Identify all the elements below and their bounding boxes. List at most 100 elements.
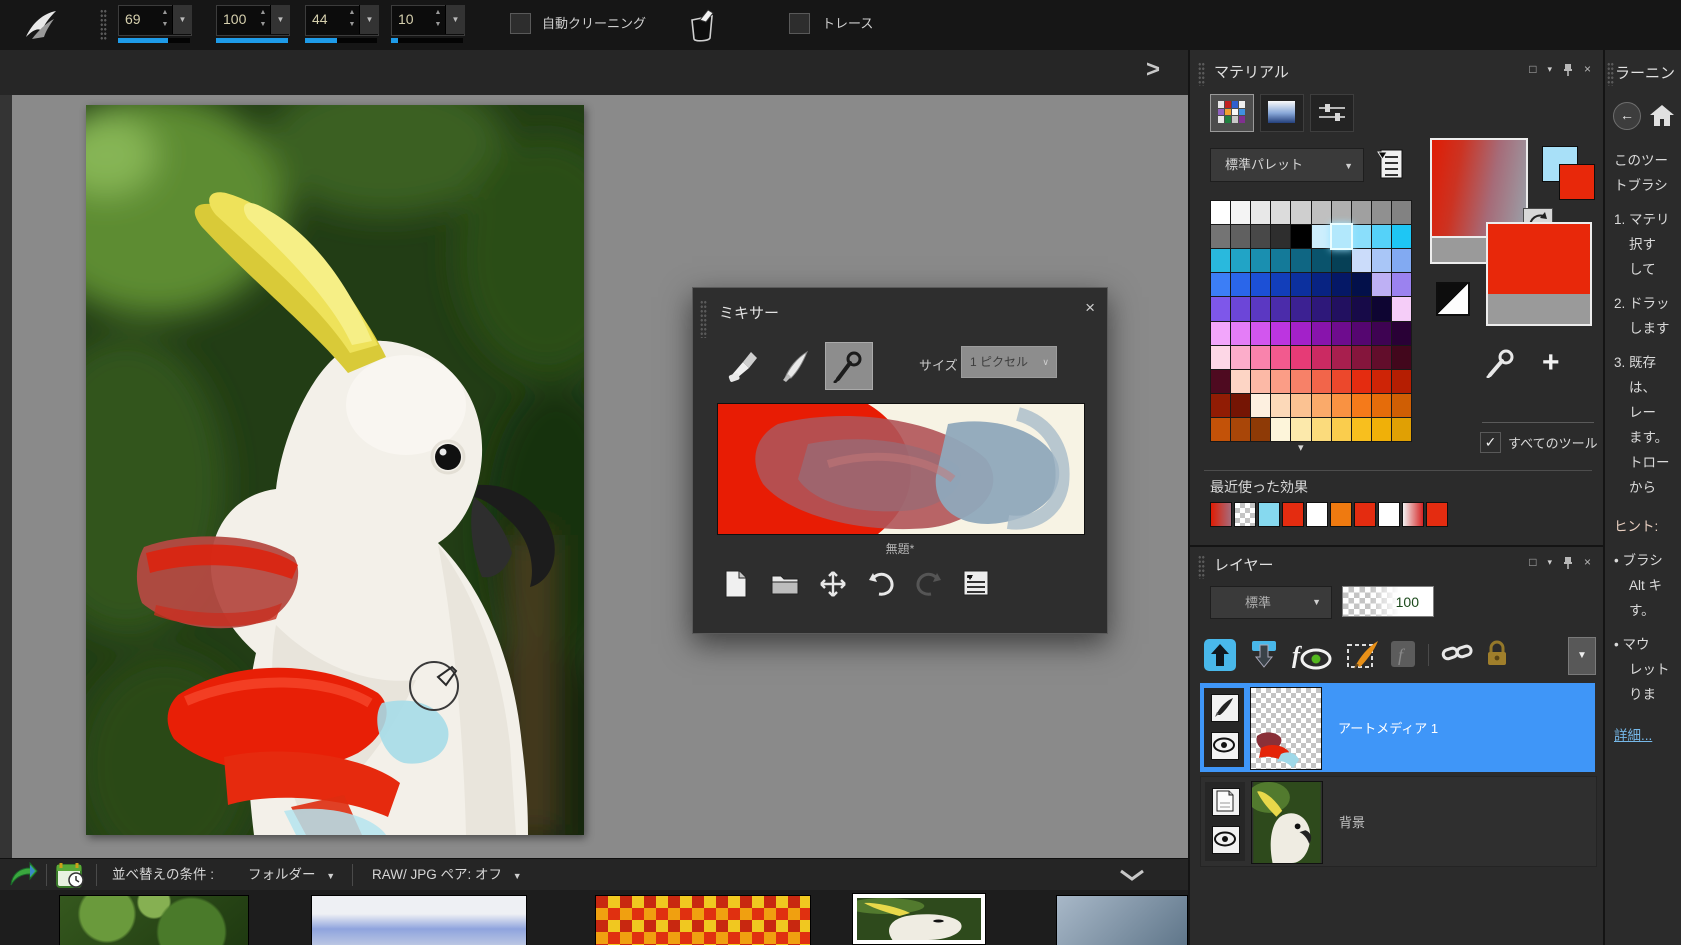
palette-swatch-0-5[interactable] — [1312, 201, 1331, 224]
palette-swatch-0-8[interactable] — [1372, 201, 1391, 224]
pin-icon[interactable] — [1563, 556, 1573, 569]
palette-swatch-5-9[interactable] — [1392, 322, 1411, 345]
link-layers-icon[interactable] — [1441, 639, 1473, 671]
mixer-new-page-icon[interactable] — [723, 570, 751, 598]
recent-swatch-2[interactable] — [1258, 502, 1280, 527]
palette-swatch-5-7[interactable] — [1352, 322, 1371, 345]
palette-swatch-2-6[interactable] — [1332, 249, 1351, 272]
recent-swatch-6[interactable] — [1354, 502, 1376, 527]
palette-swatch-6-0[interactable] — [1211, 346, 1230, 369]
maximize-icon[interactable]: □ — [1529, 555, 1536, 569]
recent-swatch-9[interactable] — [1426, 502, 1448, 527]
palette-swatch-5-2[interactable] — [1251, 322, 1270, 345]
blend-mode-select[interactable]: 標準 ▼ — [1210, 586, 1332, 619]
mixer-grip[interactable] — [700, 300, 707, 338]
palette-swatch-4-8[interactable] — [1372, 297, 1391, 320]
spinner-dropdown-icon[interactable]: ▼ — [445, 5, 465, 34]
mixer-size-dropdown[interactable]: 1 ピクセル ∨ — [961, 346, 1057, 378]
palette-swatch-6-2[interactable] — [1251, 346, 1270, 369]
spinner-dropdown-icon[interactable]: ▼ — [270, 5, 290, 34]
palette-swatch-9-0[interactable] — [1211, 418, 1230, 441]
palette-swatch-2-2[interactable] — [1251, 249, 1270, 272]
palette-swatch-7-0[interactable] — [1211, 370, 1230, 393]
palette-swatch-0-0[interactable] — [1211, 201, 1230, 224]
all-tools-checkbox[interactable]: ✓ — [1480, 432, 1501, 453]
edit-selection-brush-icon[interactable] — [1346, 639, 1378, 671]
palette-swatch-0-2[interactable] — [1251, 201, 1270, 224]
palette-swatch-1-7[interactable] — [1352, 225, 1371, 248]
palette-swatch-9-5[interactable] — [1312, 418, 1331, 441]
palette-swatch-4-2[interactable] — [1251, 297, 1270, 320]
layer-thumbnail[interactable] — [1250, 687, 1322, 770]
palette-swatch-2-3[interactable] — [1271, 249, 1290, 272]
home-icon[interactable] — [1649, 102, 1675, 128]
palette-swatch-5-4[interactable] — [1291, 322, 1310, 345]
palette-swatch-6-6[interactable] — [1332, 346, 1351, 369]
palette-swatch-8-1[interactable] — [1231, 394, 1250, 417]
palette-swatch-3-3[interactable] — [1271, 273, 1290, 296]
palette-swatch-2-4[interactable] — [1291, 249, 1310, 272]
thumbnail-pattern[interactable] — [595, 895, 811, 945]
palette-swatch-2-0[interactable] — [1211, 249, 1230, 272]
palette-swatch-2-5[interactable] — [1312, 249, 1331, 272]
palette-menu-button[interactable] — [1374, 148, 1406, 180]
spinner-dropdown-icon[interactable]: ▼ — [172, 5, 192, 34]
close-icon[interactable]: × — [1584, 555, 1591, 569]
spin-arrows-icon[interactable]: ▲▼ — [159, 7, 171, 31]
recent-swatch-0[interactable] — [1210, 502, 1232, 527]
palette-swatch-0-7[interactable] — [1352, 201, 1371, 224]
palette-swatch-7-1[interactable] — [1231, 370, 1250, 393]
palette-swatch-9-6[interactable] — [1332, 418, 1351, 441]
palette-select[interactable]: 標準パレット ▼ — [1210, 148, 1364, 182]
spinner-dropdown-icon[interactable]: ▼ — [359, 5, 379, 34]
expand-panel-chevron-icon[interactable]: > — [1146, 56, 1160, 84]
mixer-menu-icon[interactable] — [963, 570, 991, 598]
palette-swatch-8-4[interactable] — [1291, 394, 1310, 417]
palette-swatch-4-3[interactable] — [1271, 297, 1290, 320]
rawjpg-pair-dropdown[interactable]: RAW/ JPG ペア: オフ ▼ — [372, 859, 522, 892]
black-white-reset-swatch[interactable] — [1436, 282, 1470, 316]
back-button[interactable]: ← — [1613, 102, 1641, 130]
palette-swatch-4-0[interactable] — [1211, 297, 1230, 320]
visibility-toggle-icon[interactable]: f — [1292, 639, 1334, 671]
palette-swatch-6-7[interactable] — [1352, 346, 1371, 369]
tab-gradient[interactable] — [1260, 94, 1304, 132]
palette-swatch-6-4[interactable] — [1291, 346, 1310, 369]
tab-swatches[interactable] — [1210, 94, 1254, 132]
move-layer-down-button[interactable] — [1248, 639, 1280, 671]
palette-swatch-1-1[interactable] — [1231, 225, 1250, 248]
palette-swatch-1-5[interactable] — [1312, 225, 1331, 248]
clean-brush-cup-icon[interactable] — [686, 8, 718, 42]
mixer-close-icon[interactable]: × — [1085, 298, 1095, 318]
calendar-clock-icon[interactable] — [56, 862, 86, 889]
palette-swatch-2-9[interactable] — [1392, 249, 1411, 272]
layers-grip[interactable] — [1198, 555, 1205, 579]
recent-swatch-7[interactable] — [1378, 502, 1400, 527]
learning-more-link[interactable]: 詳細... — [1614, 723, 1681, 748]
thumbnail-foliage[interactable] — [59, 895, 249, 945]
palette-swatch-4-1[interactable] — [1231, 297, 1250, 320]
palette-swatch-7-8[interactable] — [1372, 370, 1391, 393]
palette-swatch-3-8[interactable] — [1372, 273, 1391, 296]
palette-swatch-2-8[interactable] — [1372, 249, 1391, 272]
palette-swatch-0-4[interactable] — [1291, 201, 1310, 224]
background-color-swatch[interactable] — [1559, 164, 1595, 200]
materials-grip[interactable] — [1198, 62, 1205, 86]
layer-row-art-media[interactable]: アートメディア 1 — [1200, 683, 1595, 772]
mixer-undo-icon[interactable] — [867, 570, 895, 598]
palette-swatch-5-8[interactable] — [1372, 322, 1391, 345]
pin-icon[interactable] — [1563, 63, 1573, 76]
palette-swatch-8-5[interactable] — [1312, 394, 1331, 417]
palette-swatch-7-4[interactable] — [1291, 370, 1310, 393]
palette-swatch-0-6[interactable] — [1332, 201, 1351, 224]
mixer-paint-canvas[interactable] — [717, 403, 1085, 535]
palette-swatch-2-1[interactable] — [1231, 249, 1250, 272]
palette-swatch-4-7[interactable] — [1352, 297, 1371, 320]
share-back-arrow-icon[interactable] — [8, 862, 38, 888]
learning-grip[interactable] — [1607, 62, 1614, 86]
palette-swatch-8-3[interactable] — [1271, 394, 1290, 417]
mixer-tube-tool-button[interactable] — [721, 342, 767, 388]
mixer-dialog[interactable]: ミキサー × サイズ 1 ピクセル ∨ — [692, 287, 1108, 634]
move-layer-up-button[interactable] — [1204, 639, 1236, 671]
palette-swatch-5-0[interactable] — [1211, 322, 1230, 345]
